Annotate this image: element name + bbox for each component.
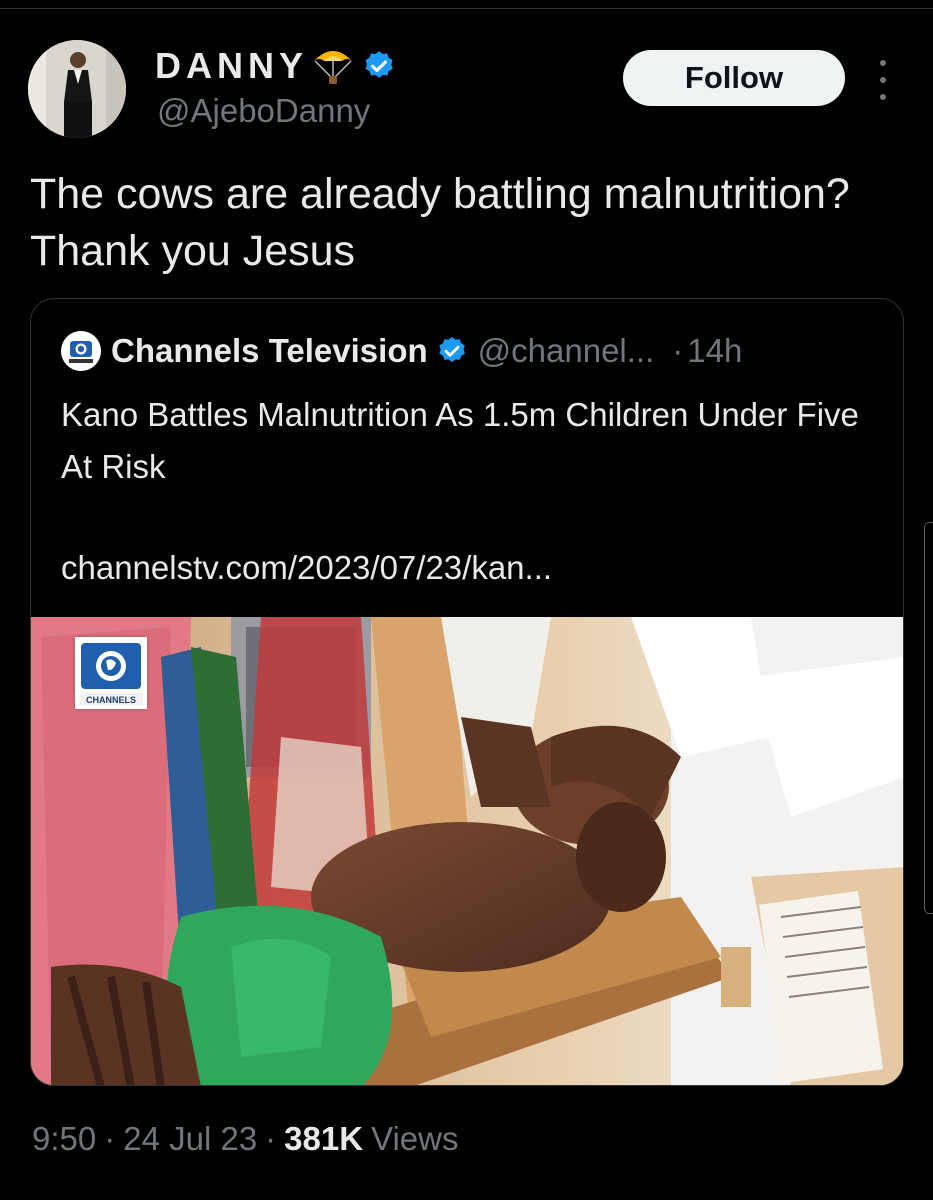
top-divider [0,8,933,9]
verified-icon [438,337,465,363]
quoted-tweet-text: Kano Battles Malnutrition As 1.5m Childr… [61,396,859,485]
tweet-time[interactable]: 9:50 [32,1120,96,1158]
quoted-author-handle[interactable]: @channel... [478,332,655,370]
quoted-tweet-link[interactable]: channelstv.com/2023/07/23/kan... [61,549,552,587]
tweet-meta-row: 9:50 · 24 Jul 23 · 381K Views [32,1120,459,1158]
quoted-tweet-header: Channels Television @channel... · 14h [61,329,742,373]
separator-dot: · [672,332,684,369]
follow-button[interactable]: Follow [623,50,845,106]
quoted-timestamp: 14h [687,332,743,369]
separator-dot: · [104,1120,116,1157]
avatar[interactable] [28,40,126,138]
quoted-tweet-card[interactable]: Channels Television @channel... · 14h Ka… [30,298,904,1086]
more-options-icon[interactable] [872,60,894,100]
author-handle[interactable]: @AjeboDanny [157,92,370,130]
quoted-tweet-image[interactable]: CHANNELS [31,617,903,1085]
scrollbar[interactable] [924,522,933,914]
channels-logo-icon [61,331,101,371]
tweet-date[interactable]: 24 Jul 23 [123,1120,257,1158]
quoted-author-name[interactable]: Channels Television [111,332,428,370]
verified-icon [365,51,393,78]
watermark-text: CHANNELS [86,695,136,705]
separator-dot: · [265,1120,277,1157]
parachute-icon [314,51,353,84]
author-name[interactable]: DANNY [155,45,308,87]
channels-watermark: CHANNELS [75,637,147,709]
views-count: 381K [284,1120,364,1157]
views-label: Views [371,1120,459,1157]
tweet-text: The cows are already battling malnutriti… [30,170,850,275]
author-row: DANNY [155,44,396,88]
